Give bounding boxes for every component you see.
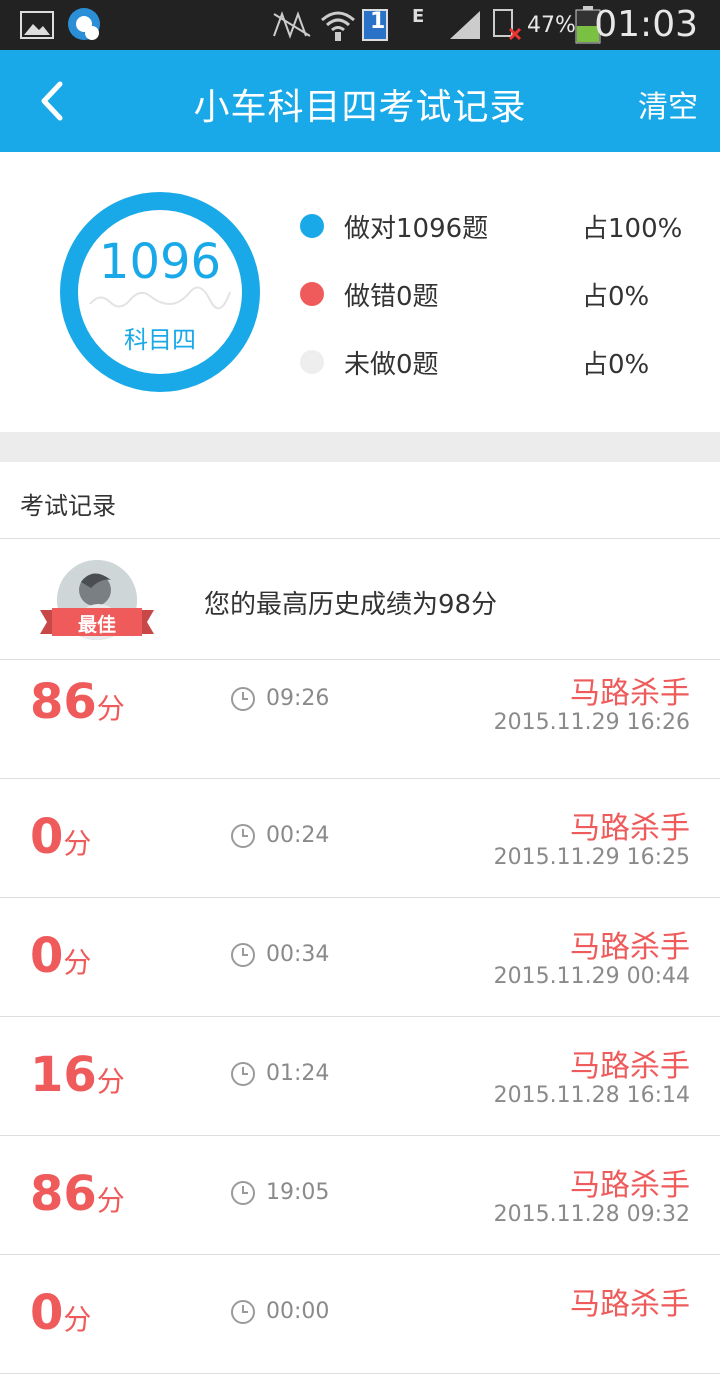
clock-icon [231, 824, 255, 848]
clear-button[interactable]: 清空 [638, 82, 698, 126]
legend-percent: 占0% [582, 350, 650, 380]
clock-icon [231, 1181, 255, 1205]
records-list[interactable]: 86分 09:26 马路杀手 2015.11.29 16:26 0分 00:24… [0, 660, 720, 1374]
legend-correct: 做对1096题 占100% [300, 206, 700, 246]
clock-icon [231, 943, 255, 967]
record-date: 2015.11.28 09:32 [493, 1202, 690, 1227]
rank-title: 马路杀手 [570, 1049, 690, 1084]
duration: 00:34 [266, 942, 330, 967]
record-row[interactable]: 16分 01:24 马路杀手 2015.11.28 16:14 [0, 1017, 720, 1136]
duration: 19:05 [266, 1180, 330, 1205]
rank-title: 马路杀手 [570, 811, 690, 846]
status-bar: 1 E 47% 01:03 [0, 0, 720, 50]
rank-title: 马路杀手 [570, 1168, 690, 1203]
record-date: 2015.11.29 00:44 [493, 964, 690, 989]
record-date: 2015.11.28 16:14 [493, 1083, 690, 1108]
duration: 00:00 [266, 1299, 330, 1324]
best-score-row: 最佳 您的最高历史成绩为98分 [0, 540, 720, 659]
network-type: E [412, 6, 425, 27]
score: 0分 [30, 1285, 92, 1341]
score: 86分 [30, 674, 125, 730]
divider [0, 538, 720, 539]
record-row[interactable]: 86分 09:26 马路杀手 2015.11.29 16:26 [0, 660, 720, 779]
score: 0分 [30, 928, 92, 984]
record-row[interactable]: 86分 19:05 马路杀手 2015.11.28 09:32 [0, 1136, 720, 1255]
gallery-notification-icon [20, 0, 54, 50]
undone-dot [300, 350, 324, 374]
clock-icon [231, 687, 255, 711]
summary-panel: 1096 科目四 做对1096题 占100% 做错0题 占0% 未做0题 占0% [0, 152, 720, 432]
legend-label: 做对1096题 [344, 214, 489, 244]
duration: 09:26 [266, 686, 330, 711]
clock-icon [231, 1300, 255, 1324]
section-title: 考试记录 [20, 492, 116, 520]
rank-title: 马路杀手 [570, 1287, 690, 1322]
score: 86分 [30, 1166, 125, 1222]
best-badge: 最佳 [77, 614, 116, 636]
progress-ring [60, 192, 260, 392]
clock-time: 01:03 [594, 4, 698, 45]
record-row[interactable]: 0分 00:00 马路杀手 [0, 1255, 720, 1374]
no-sim-icon [492, 0, 522, 50]
sim-slot-number: 1 [370, 9, 386, 34]
score: 0分 [30, 809, 92, 865]
score: 16分 [30, 1047, 125, 1103]
legend-percent: 占100% [582, 214, 683, 244]
legend-undone: 未做0题 占0% [300, 342, 700, 382]
record-date: 2015.11.29 16:25 [493, 845, 690, 870]
app-bar: 小车科目四考试记录 清空 [0, 50, 720, 152]
best-score-text: 您的最高历史成绩为98分 [204, 590, 498, 620]
signal-icon [448, 0, 482, 50]
legend-percent: 占0% [582, 282, 650, 312]
rank-title: 马路杀手 [570, 930, 690, 965]
wave-decoration [89, 286, 231, 310]
record-row[interactable]: 0分 00:34 马路杀手 2015.11.29 00:44 [0, 898, 720, 1017]
record-date: 2015.11.29 16:26 [493, 710, 690, 735]
legend-label: 做错0题 [344, 282, 439, 312]
clock-icon [231, 1062, 255, 1086]
wifi-icon [320, 0, 356, 50]
sim-slot-icon: 1 [362, 0, 388, 50]
battery-percent: 47% [527, 13, 576, 38]
record-row[interactable]: 0分 00:24 马路杀手 2015.11.29 16:25 [0, 779, 720, 898]
correct-dot [300, 214, 324, 238]
duration: 00:24 [266, 823, 330, 848]
section-gap [0, 432, 720, 462]
nfc-icon [272, 0, 312, 50]
legend-label: 未做0题 [344, 350, 439, 380]
rank-title: 马路杀手 [570, 676, 690, 711]
duration: 01:24 [266, 1061, 330, 1086]
wrong-dot [300, 282, 324, 306]
app-notification-icon [66, 0, 104, 50]
subject-label: 科目四 [124, 326, 196, 354]
total-questions: 1096 [98, 234, 222, 290]
page-title: 小车科目四考试记录 [193, 87, 527, 128]
legend-wrong: 做错0题 占0% [300, 274, 700, 314]
